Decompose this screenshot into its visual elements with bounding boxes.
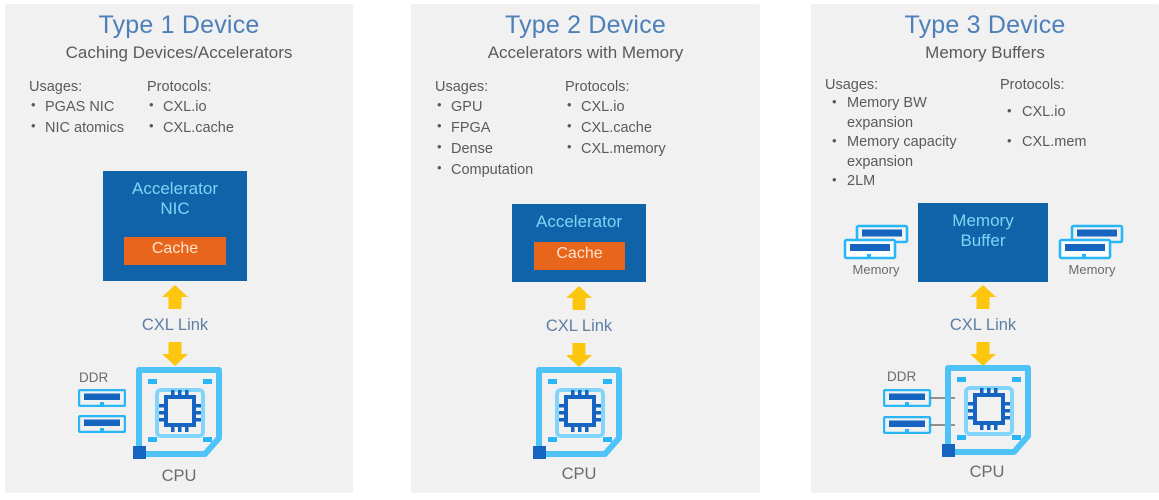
protocols-heading: Protocols:	[147, 79, 212, 95]
panel-type-3-device: Type 3 Device Memory Buffers Usages: Mem…	[811, 4, 1159, 493]
list-item: PGAS NIC	[29, 96, 147, 118]
cxl-link-group: CXL Link	[115, 285, 235, 366]
protocols-list: CXL.io CXL.mem	[1000, 102, 1086, 153]
cache-block: Cache	[534, 242, 625, 270]
cxl-link-group: CXL Link	[519, 286, 639, 367]
cpu-label: CPU	[561, 465, 597, 483]
memory-label-right: Memory	[1068, 262, 1116, 277]
arrow-up-icon	[566, 286, 592, 310]
panel-subtitle: Caching Devices/Accelerators	[65, 43, 293, 62]
arrow-up-icon	[162, 285, 188, 309]
panel-subtitle: Memory Buffers	[925, 43, 1045, 62]
list-item-continuation: expansion	[847, 153, 914, 170]
panel-bullet-lists: Usages: Memory BW expansion Memory capac…	[811, 77, 1159, 192]
usages-list: Memory BW expansion Memory capacity expa…	[825, 93, 1000, 192]
cxl-link-group: CXL Link	[923, 285, 1043, 366]
protocols-column: Protocols: CXL.io CXL.mem	[1000, 77, 1086, 192]
list-item: Computation	[435, 159, 565, 181]
cxl-device-types-diagram: Type 1 Device Caching Devices/Accelerato…	[0, 0, 1159, 500]
cpu-icon	[942, 365, 1031, 457]
dimm-icon	[78, 415, 126, 433]
memory-module-icon	[843, 224, 909, 260]
usages-heading: Usages:	[825, 77, 879, 93]
panel-type-2-device: Type 2 Device Accelerators with Memory U…	[411, 4, 760, 493]
dimm-icon	[78, 389, 126, 407]
protocols-list: CXL.io CXL.cache CXL.memory	[565, 96, 666, 160]
cpu-label: CPU	[161, 467, 197, 485]
accelerator-block: Accelerator Cache	[512, 204, 646, 282]
list-item-continuation: expansion	[847, 114, 914, 131]
protocols-heading: Protocols:	[1000, 77, 1065, 93]
ddr-label: DDR	[79, 370, 109, 385]
list-item: CXL.cache	[147, 117, 234, 139]
list-item: CXL.io	[1000, 102, 1086, 123]
panel-title: Type 1 Device	[98, 11, 260, 39]
list-item: FPGA	[435, 117, 565, 139]
usages-column: Usages: Memory BW expansion Memory capac…	[825, 77, 1000, 192]
accelerator-nic-block: Accelerator NIC Cache	[103, 171, 247, 281]
cpu-icon	[533, 367, 622, 459]
panel-title: Type 2 Device	[504, 11, 666, 39]
list-item: Dense	[435, 138, 565, 160]
list-item: NIC atomics	[29, 117, 147, 139]
panel-title: Type 3 Device	[904, 11, 1066, 39]
list-item: CXL.mem	[1000, 132, 1086, 153]
usages-column: Usages: PGAS NIC NIC atomics	[29, 79, 147, 139]
list-item: GPU	[435, 96, 565, 118]
arrow-up-icon	[970, 285, 996, 309]
protocols-column: Protocols: CXL.io CXL.cache CXL.memory	[565, 79, 666, 181]
usages-heading: Usages:	[435, 79, 489, 95]
list-item: CXL.io	[565, 96, 666, 118]
usages-heading: Usages:	[29, 79, 83, 95]
list-item: CXL.cache	[565, 117, 666, 139]
cxl-link-label: CXL Link	[141, 316, 209, 334]
memory-label-left: Memory	[852, 262, 900, 277]
panel-bullet-lists: Usages: PGAS NIC NIC atomics Protocols: …	[5, 79, 353, 139]
memory-module-icon	[1058, 224, 1124, 260]
ddr-label: DDR	[887, 369, 917, 384]
cxl-link-label: CXL Link	[545, 317, 613, 335]
panel-subtitle: Accelerators with Memory	[487, 43, 684, 62]
arrow-down-icon	[566, 342, 592, 367]
list-item: Memory BW	[825, 93, 1000, 114]
list-item: CXL.io	[147, 96, 234, 118]
protocols-heading: Protocols:	[565, 79, 630, 95]
memory-buffer-block: Memory Buffer	[918, 203, 1048, 282]
cxl-link-label: CXL Link	[949, 316, 1017, 334]
protocols-list: CXL.io CXL.cache	[147, 96, 234, 139]
list-item: CXL.memory	[565, 138, 666, 160]
usages-list: PGAS NIC NIC atomics	[29, 96, 147, 139]
usages-list: GPU FPGA Dense Computation	[435, 96, 565, 181]
arrow-down-icon	[162, 341, 188, 366]
device-block-label: Memory Buffer	[952, 211, 1014, 251]
cache-block: Cache	[124, 237, 226, 265]
list-item: Memory capacity	[825, 132, 1000, 153]
usages-column: Usages: GPU FPGA Dense Computation	[435, 79, 565, 181]
protocols-column: Protocols: CXL.io CXL.cache	[147, 79, 234, 139]
panel-bullet-lists: Usages: GPU FPGA Dense Computation Proto…	[411, 79, 760, 181]
list-item: 2LM	[825, 171, 1000, 192]
device-block-label: Accelerator NIC	[132, 179, 218, 219]
cpu-label: CPU	[969, 463, 1005, 481]
cpu-icon	[133, 367, 222, 459]
panel-type-1-device: Type 1 Device Caching Devices/Accelerato…	[5, 4, 353, 493]
device-block-label: Accelerator	[536, 212, 622, 231]
